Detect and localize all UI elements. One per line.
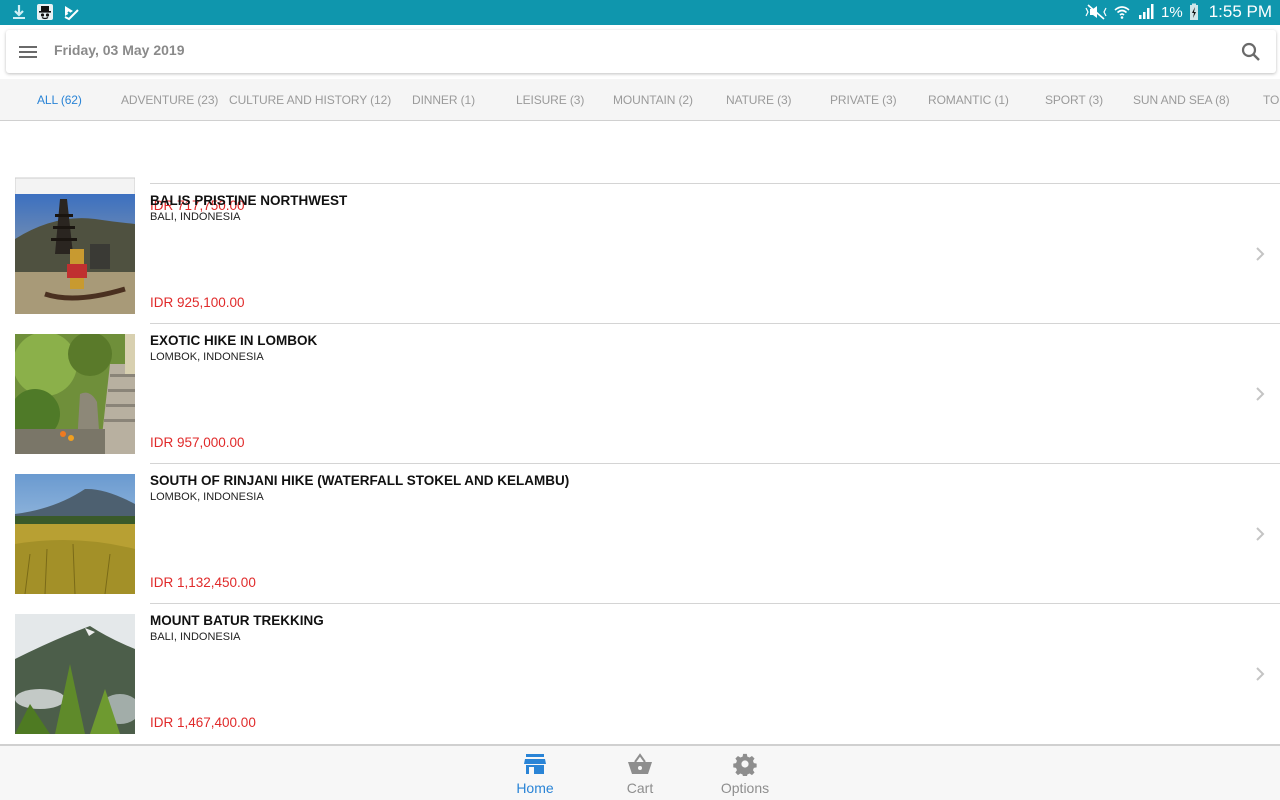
nav-cart[interactable]: Cart [595, 752, 685, 796]
product-price: IDR 1,132,450.00 [150, 575, 256, 590]
product-item[interactable]: EXOTIC HIKE IN LOMBOK LOMBOK, INDONESIA … [0, 324, 1280, 464]
mute-icon [1085, 4, 1107, 20]
nav-home[interactable]: Home [490, 752, 580, 796]
nav-cart-label: Cart [626, 780, 654, 796]
product-location: LOMBOK, INDONESIA [150, 351, 264, 363]
hamburger-menu-icon[interactable] [18, 42, 38, 62]
product-image-mountain-forest [15, 614, 135, 734]
product-title: BALIS PRISTINE NORTHWEST [150, 193, 348, 208]
wifi-icon [1114, 6, 1130, 19]
app-bar: Friday, 03 May 2019 [6, 30, 1276, 73]
product-item[interactable]: IDR 717,750.00 [0, 122, 1280, 238]
nav-home-label: Home [516, 780, 554, 796]
product-location: LOMBOK, INDONESIA [150, 491, 264, 503]
tab-culture-and-history[interactable]: CULTURE AND HISTORY (12) [229, 93, 391, 107]
product-title: SOUTH OF RINJANI HIKE (WATERFALL STOKEL … [150, 473, 570, 488]
download-icon [13, 5, 25, 19]
tab-sport[interactable]: SPORT (3) [1045, 93, 1103, 107]
product-location: BALI, INDONESIA [150, 631, 241, 643]
incognito-icon [37, 4, 53, 20]
bottom-navigation: Home Cart Options [0, 744, 1280, 800]
search-icon[interactable] [1240, 41, 1262, 63]
battery-charging-icon [1189, 3, 1198, 20]
product-title: EXOTIC HIKE IN LOMBOK [150, 333, 318, 348]
product-item[interactable]: MOUNT BATUR TREKKING BALI, INDONESIA IDR… [0, 604, 1280, 744]
tab-mountain[interactable]: MOUNTAIN (2) [613, 93, 693, 107]
product-image-rice-field-volcano [15, 474, 135, 594]
chevron-right-icon [1256, 387, 1265, 401]
product-item[interactable]: SOUTH OF RINJANI HIKE (WATERFALL STOKEL … [0, 464, 1280, 604]
category-tabs: ALL (62) ADVENTURE (23) CULTURE AND HIST… [0, 79, 1280, 121]
tab-romantic[interactable]: ROMANTIC (1) [928, 93, 1009, 107]
chevron-right-icon [1256, 247, 1265, 261]
product-image-jungle-stairs [15, 334, 135, 454]
date-title: Friday, 03 May 2019 [54, 42, 185, 58]
nav-options-label: Options [720, 780, 770, 796]
battery-percent: 1% [1161, 3, 1183, 21]
store-icon [524, 754, 546, 774]
tab-private[interactable]: PRIVATE (3) [830, 93, 897, 107]
chevron-right-icon [1256, 667, 1265, 681]
product-location: BALI, INDONESIA [150, 211, 241, 223]
signal-icon [1139, 4, 1154, 19]
tab-dinner[interactable]: DINNER (1) [412, 93, 475, 107]
status-bar: 1% 1:55 PM [0, 0, 1280, 25]
product-price: IDR 957,000.00 [150, 435, 245, 450]
task-check-icon [64, 6, 79, 21]
tab-tours[interactable]: TOU [1263, 93, 1280, 107]
product-title: MOUNT BATUR TREKKING [150, 613, 324, 628]
product-price: IDR 925,100.00 [150, 295, 245, 310]
tab-all[interactable]: ALL (62) [37, 93, 82, 107]
clock: 1:55 PM [1208, 2, 1272, 21]
tab-nature[interactable]: NATURE (3) [726, 93, 792, 107]
tab-leisure[interactable]: LEISURE (3) [516, 93, 584, 107]
nav-options[interactable]: Options [700, 752, 790, 796]
basket-icon [628, 753, 652, 774]
gear-icon [733, 753, 757, 776]
product-price: IDR 1,467,400.00 [150, 715, 256, 730]
product-list: IDR 717,750.00 BALIS PRISTINE NORTHWEST … [0, 122, 1280, 744]
tab-sun-and-sea[interactable]: SUN AND SEA (8) [1133, 93, 1230, 107]
tab-adventure[interactable]: ADVENTURE (23) [121, 93, 218, 107]
product-image-bali-temple [15, 194, 135, 314]
product-item[interactable]: BALIS PRISTINE NORTHWEST BALI, INDONESIA… [0, 184, 1280, 324]
chevron-right-icon [1256, 527, 1265, 541]
